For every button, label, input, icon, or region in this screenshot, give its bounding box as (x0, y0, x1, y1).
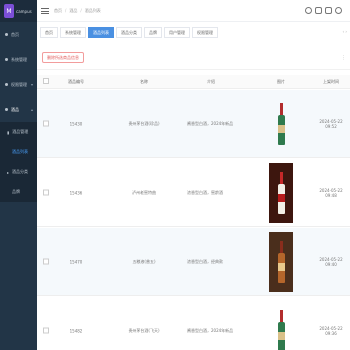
table-row[interactable]: 15436 泸州老窖特曲 浓香型白酒，窖龄酒 2024-05-22 09:48 (37, 159, 350, 227)
sidebar-item-label: 权限管理 (11, 81, 27, 87)
breadcrumb-item: 酒品列表 (84, 7, 101, 13)
breadcrumb: 首页 / 酒品 / 酒品列表 (54, 8, 101, 14)
cell-image[interactable] (269, 94, 293, 154)
table-row[interactable]: 15482 贵州茅台酒(飞天) 酱香型白酒，2024年新品 2024-05-22… (37, 297, 350, 350)
sidebar-item-system[interactable]: 系统管理 (0, 47, 37, 72)
sidebar: M campus 首页 系统管理 权限管理 ▾ 酒品 ▴ ▮ 酒品管理 酒品列表… (0, 0, 37, 350)
submenu-title[interactable]: ▮ 酒品管理 (0, 122, 37, 142)
delete-selected-button[interactable]: 删除所选商品信息 (42, 52, 84, 63)
sidebar-item-label: 系统管理 (11, 56, 27, 62)
cell-number: 15470 (69, 259, 83, 264)
settings-icon (5, 58, 8, 61)
tab-users[interactable]: 用户管理 (164, 27, 190, 38)
submenu-item-category[interactable]: ▸ 酒品分类 (0, 162, 37, 182)
row-checkbox[interactable] (42, 189, 49, 196)
submenu-item-label: 酒品列表 (12, 149, 28, 154)
lock-icon (5, 83, 8, 86)
brand: M campus (0, 0, 37, 22)
wine-image (269, 94, 293, 154)
tab-permission[interactable]: 权限管理 (192, 27, 218, 38)
sidebar-item-label: 首页 (11, 31, 19, 37)
sidebar-nav: 首页 系统管理 权限管理 ▾ 酒品 ▴ (0, 22, 37, 122)
admin-app: M campus 首页 系统管理 权限管理 ▾ 酒品 ▴ ▮ 酒品管理 酒品列表… (0, 0, 350, 350)
cell-image[interactable] (269, 162, 293, 223)
header-tools (305, 7, 342, 14)
breadcrumb-separator: / (65, 7, 67, 13)
search-icon[interactable] (305, 7, 312, 14)
bell-icon[interactable] (315, 7, 322, 14)
wine-image (269, 301, 293, 350)
submenu-item-label: 酒品分类 (12, 169, 29, 174)
row-checkbox[interactable] (42, 120, 49, 127)
cell-name: 五粮液(普五) (132, 258, 156, 264)
wine-bottle-icon: ▮ (7, 129, 10, 135)
cell-image[interactable] (269, 231, 293, 292)
breadcrumb-item[interactable]: 酒品 (69, 8, 77, 14)
column-header-name[interactable]: 名称 (127, 79, 161, 85)
fullscreen-icon[interactable] (325, 7, 332, 14)
brand-name: campus (16, 8, 32, 14)
cell-name: 泸州老窖特曲 (132, 189, 156, 195)
sidebar-item-permission[interactable]: 权限管理 ▾ (0, 72, 37, 97)
table-toolbar: 删除所选商品信息 (37, 46, 350, 70)
sidebar-item-home[interactable]: 首页 (0, 22, 37, 47)
breadcrumb-separator: / (80, 7, 82, 13)
cell-date: 2024-05-22 09:48 (319, 187, 343, 198)
cell-date: 2024-05-22 09:52 (319, 118, 343, 129)
cell-intro: 浓香型白酒，窖龄酒 (187, 189, 223, 195)
main-content: 删除所选商品信息 ⋮ 酒品编号 名称 介绍 图片 上架时间 15430 贵州茅台… (37, 46, 350, 350)
wine-icon (5, 108, 8, 111)
row-checkbox[interactable] (42, 327, 49, 334)
submenu-item-brand[interactable]: 品牌 (0, 182, 37, 202)
column-header-number[interactable]: 酒品编号 (61, 79, 91, 85)
tab-bar: 首页 系统管理 酒品列表 酒品分类 品牌 用户管理 权限管理 ‹ › (37, 26, 350, 39)
home-icon (5, 33, 8, 36)
cell-image[interactable] (269, 301, 293, 350)
sidebar-submenu: ▮ 酒品管理 酒品列表 ▸ 酒品分类 品牌 (0, 122, 37, 202)
brand-logo: M (4, 4, 14, 18)
avatar[interactable] (335, 7, 342, 14)
table-row[interactable]: 15430 贵州茅台酒(珍品) 酱香型白酒，2024年新品 2024-05-22… (37, 90, 350, 158)
chevron-down-icon: ▾ (30, 82, 33, 87)
submenu-title-label: 酒品管理 (12, 129, 29, 134)
select-all-checkbox[interactable] (42, 78, 49, 85)
cell-intro: 酱香型白酒，2024年新品 (187, 120, 234, 126)
cell-name: 贵州茅台酒(飞天) (128, 327, 160, 333)
column-header-intro[interactable]: 介绍 (187, 79, 235, 85)
cell-name: 贵州茅台酒(珍品) (128, 120, 160, 126)
tab-system[interactable]: 系统管理 (60, 27, 86, 38)
cell-number: 15436 (69, 190, 83, 195)
row-checkbox[interactable] (42, 258, 49, 265)
column-settings-icon[interactable]: ⋮ (341, 55, 346, 61)
submenu-item-wine-list[interactable]: 酒品列表 (0, 142, 37, 162)
tab-scroll-arrows[interactable]: ‹ › (343, 29, 347, 34)
breadcrumb-item[interactable]: 首页 (54, 8, 62, 14)
cell-number: 15482 (69, 328, 83, 333)
chevron-up-icon: ▴ (30, 107, 33, 112)
submenu-item-label: 品牌 (12, 189, 20, 194)
tab-wine-list[interactable]: 酒品列表 (88, 27, 114, 38)
menu-fold-icon[interactable] (41, 7, 49, 14)
wine-image (269, 162, 293, 223)
column-header-date[interactable]: 上架时间 (317, 79, 345, 85)
wine-image (269, 231, 293, 292)
cell-intro: 浓香型白酒，经典款 (187, 258, 223, 264)
chevron-right-icon: ▸ (7, 169, 10, 175)
sidebar-item-label: 酒品 (11, 106, 19, 112)
table-header: 酒品编号 名称 介绍 图片 上架时间 (37, 75, 350, 89)
tab-home[interactable]: 首页 (40, 27, 58, 38)
tab-brand[interactable]: 品牌 (144, 27, 162, 38)
cell-date: 2024-05-22 09:40 (319, 256, 343, 267)
table-row[interactable]: 15470 五粮液(普五) 浓香型白酒，经典款 2024-05-22 09:40 (37, 228, 350, 296)
column-header-image[interactable]: 图片 (269, 79, 293, 85)
cell-number: 15430 (69, 121, 83, 126)
top-header: 首页 / 酒品 / 酒品列表 (37, 0, 350, 22)
cell-intro: 酱香型白酒，2024年新品 (187, 327, 234, 333)
tab-category[interactable]: 酒品分类 (116, 27, 142, 38)
cell-date: 2024-05-22 09:36 (319, 325, 343, 336)
sidebar-item-wine[interactable]: 酒品 ▴ (0, 97, 37, 122)
